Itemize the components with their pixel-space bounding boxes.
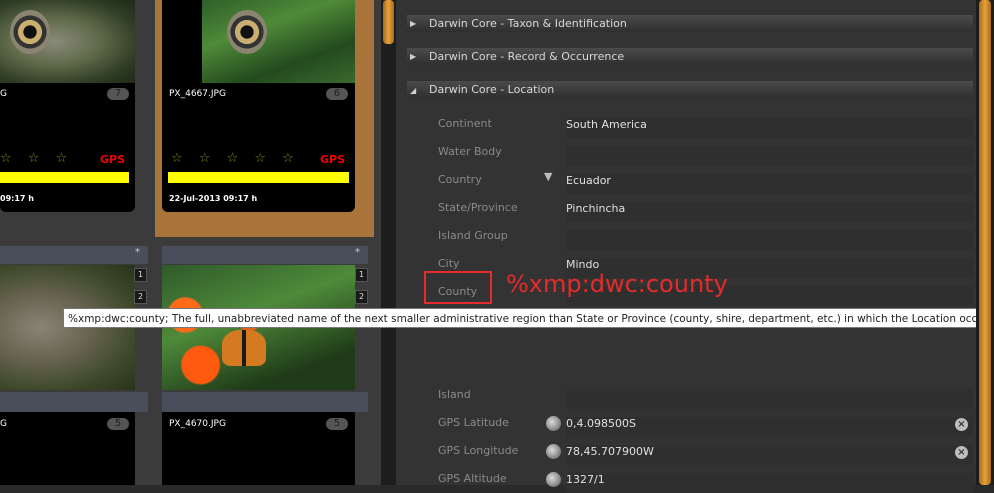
clear-icon[interactable]: × [955, 418, 968, 431]
field-label: State/Province [438, 201, 518, 214]
side-button-2[interactable]: 2 [134, 290, 147, 304]
panel-scrollbar-thumb[interactable] [979, 0, 991, 485]
thumbnail-index-badge: 6 [326, 88, 348, 100]
thumbnail-card-1[interactable]: G 7 ☆ ☆ ☆ GPS 09:17 h [0, 0, 135, 212]
gps-longitude-field[interactable]: 78,45.707900W [566, 445, 973, 465]
field-row-state: State/Province Pinchincha [422, 195, 973, 222]
thumbnail-filename: PX_4667.JPG [169, 89, 226, 99]
gps-indicator: GPS [100, 153, 126, 166]
clear-icon[interactable]: × [955, 446, 968, 459]
thumbnail-date: 22-Jul-2013 09:17 h [169, 194, 258, 203]
field-label: City [438, 257, 460, 270]
country-field[interactable]: Ecuador [566, 174, 973, 194]
thumbnail-image-owl-butterfly [0, 0, 135, 83]
field-row-country: Country ▼ Ecuador [422, 167, 973, 194]
field-row-gps-longitude: GPS Longitude 78,45.707900W × [422, 438, 973, 465]
triangle-right-icon[interactable]: ▶ [410, 15, 416, 32]
grid-scrollbar-thumb[interactable] [383, 0, 394, 44]
section-header-location[interactable]: ◢ Darwin Core - Location [407, 81, 973, 98]
thumbnail-grid: G 7 ☆ ☆ ☆ GPS 09:17 h PX_4667.JPG 6 ☆ ☆ … [0, 0, 381, 485]
field-row-water-body: Water Body [422, 139, 973, 166]
field-label: Island Group [438, 229, 508, 242]
field-row-continent: Continent South America [422, 111, 973, 138]
thumbnail-header-mark: * [355, 247, 360, 258]
thumbnail-date: 09:17 h [0, 194, 34, 203]
field-tooltip: %xmp:dwc:county; The full, unabbreviated… [63, 308, 991, 328]
field-label: GPS Longitude [438, 444, 519, 457]
thumbnail-footer-band [0, 392, 148, 412]
thumbnail-header-strip [0, 246, 148, 264]
field-row-island-group: Island Group [422, 223, 973, 250]
gps-latitude-field[interactable]: 0,4.098500S [566, 417, 973, 437]
thumbnail-image-owl-butterfly-leaves [202, 0, 355, 83]
field-label: Continent [438, 117, 492, 130]
panel-scrollbar[interactable] [976, 0, 994, 485]
gps-indicator: GPS [320, 153, 346, 166]
island-field[interactable] [566, 389, 973, 409]
field-label: Island [438, 388, 471, 401]
field-label: GPS Altitude [438, 472, 507, 485]
rating-stars[interactable]: ☆ ☆ ☆ ☆ ☆ [171, 151, 300, 166]
thumbnail-header-strip [162, 246, 368, 264]
triangle-right-icon[interactable]: ▶ [410, 48, 416, 65]
thumbnail-header-mark: * [135, 247, 140, 258]
thumbnail-index-badge: 7 [107, 88, 129, 100]
annotation-label: %xmp:dwc:county [506, 270, 728, 298]
side-button-1[interactable]: 1 [355, 268, 368, 282]
side-button-2[interactable]: 2 [355, 290, 368, 304]
field-label: Country [438, 173, 482, 186]
thumbnail-card-4[interactable]: PX_4670.JPG 5 [162, 412, 355, 485]
field-label: GPS Latitude [438, 416, 509, 429]
thumbnail-filename: G [0, 419, 7, 429]
chevron-down-icon[interactable]: ▼ [544, 170, 552, 183]
island-group-field[interactable] [566, 230, 973, 250]
thumbnail-card-2[interactable]: PX_4667.JPG 6 ☆ ☆ ☆ ☆ ☆ GPS 22-Jul-2013 … [162, 0, 355, 212]
thumbnail-footer-band [162, 392, 368, 412]
color-label-bar [168, 172, 349, 183]
thumbnail-filename: G [0, 89, 7, 99]
field-label: Water Body [438, 145, 502, 158]
globe-icon[interactable] [546, 444, 561, 459]
butterfly-shape [222, 330, 266, 366]
thumbnail-card-3[interactable]: G 5 [0, 412, 135, 485]
owl-eye-pattern [227, 10, 267, 54]
county-highlight-box [424, 271, 492, 304]
triangle-down-icon[interactable]: ◢ [410, 82, 416, 99]
field-row-island: Island [422, 382, 973, 409]
rating-stars[interactable]: ☆ ☆ ☆ [0, 151, 73, 166]
thumbnail-index-badge: 5 [107, 418, 129, 430]
owl-eye-pattern [10, 10, 50, 54]
gps-altitude-field[interactable]: 1327/1 [566, 473, 973, 493]
side-button-1[interactable]: 1 [134, 268, 147, 282]
field-row-gps-altitude: GPS Altitude 1327/1 [422, 466, 973, 493]
thumbnail-index-badge: 5 [326, 418, 348, 430]
thumbnail-filename: PX_4670.JPG [169, 419, 226, 429]
grid-scrollbar[interactable] [381, 0, 396, 485]
globe-icon[interactable] [546, 416, 561, 431]
section-header-taxon[interactable]: ▶ Darwin Core - Taxon & Identification [407, 15, 973, 32]
state-province-field[interactable]: Pinchincha [566, 202, 973, 222]
continent-field[interactable]: South America [566, 118, 973, 138]
water-body-field[interactable] [566, 146, 973, 166]
color-label-bar [0, 172, 129, 183]
section-header-record[interactable]: ▶ Darwin Core - Record & Occurrence [407, 48, 973, 65]
field-row-gps-latitude: GPS Latitude 0,4.098500S × [422, 410, 973, 437]
